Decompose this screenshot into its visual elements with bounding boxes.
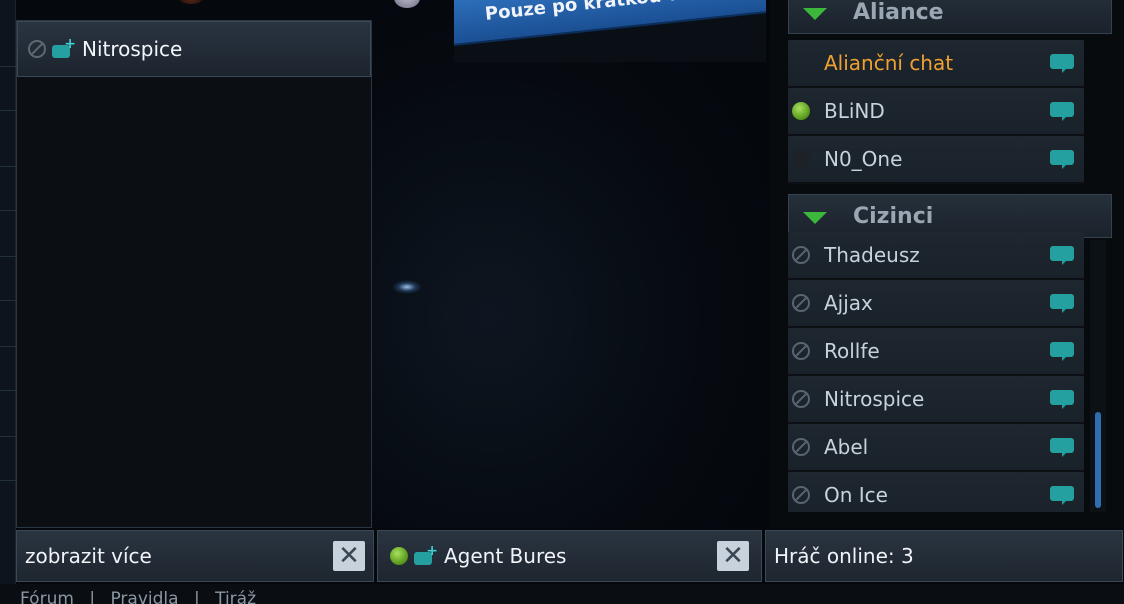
chat-bubble-icon[interactable] — [1050, 54, 1074, 73]
list-item[interactable]: Abel — [788, 424, 1084, 472]
block-icon[interactable] — [792, 294, 810, 312]
show-more-link[interactable]: zobrazit více — [25, 544, 333, 568]
block-icon[interactable] — [792, 246, 810, 264]
online-status-icon — [390, 547, 408, 565]
add-chat-icon[interactable]: + — [414, 544, 438, 566]
contact-name: Rollfe — [824, 339, 880, 363]
strangers-list: Thadeusz Ajjax Rollfe Nitrospice Abel On… — [788, 232, 1084, 512]
contact-name: Ajjax — [824, 291, 873, 315]
chat-window-title: Nitrospice — [82, 37, 183, 61]
online-count-text: Hráč online: 3 — [774, 544, 914, 568]
chat-bubble-icon[interactable] — [1050, 486, 1074, 505]
contact-name: Alianční chat — [824, 51, 954, 75]
chat-bubble-icon[interactable] — [1050, 102, 1074, 121]
contact-name: On Ice — [824, 483, 888, 507]
list-item[interactable]: Rollfe — [788, 328, 1084, 376]
contact-name: BLiND — [824, 99, 885, 123]
list-item[interactable]: BLiND — [788, 88, 1084, 136]
chat-bubble-icon[interactable] — [1050, 438, 1074, 457]
alliance-section-title: Aliance — [853, 0, 944, 25]
list-item[interactable]: Alianční chat — [788, 40, 1084, 88]
chat-bubble-icon[interactable] — [1050, 150, 1074, 169]
chat-window: + Nitrospice — [16, 20, 372, 528]
block-icon[interactable] — [792, 486, 810, 504]
block-icon[interactable] — [792, 342, 810, 360]
chat-bubble-icon[interactable] — [1050, 294, 1074, 313]
footer-separator: | — [89, 589, 96, 604]
close-icon[interactable]: ✕ — [333, 541, 365, 571]
show-more-bar: zobrazit více ✕ — [16, 530, 374, 582]
online-status-icon — [792, 102, 810, 120]
footer-link-rules[interactable]: Pravidla — [110, 589, 178, 604]
list-item[interactable]: Ajjax — [788, 280, 1084, 328]
chat-window-header[interactable]: + Nitrospice — [17, 21, 371, 77]
online-count-bar[interactable]: Hráč online: 3 — [765, 530, 1123, 582]
contacts-panel: Aliance Alianční chat BLiND N0_One Cizin… — [770, 0, 1124, 528]
chat-bubble-icon[interactable] — [1050, 390, 1074, 409]
chat-bubble-icon[interactable] — [1050, 342, 1074, 361]
alliance-list: Alianční chat BLiND N0_One — [788, 40, 1084, 184]
footer-separator: | — [193, 589, 200, 604]
close-icon[interactable]: ✕ — [717, 541, 749, 571]
strangers-section-title: Cizinci — [853, 203, 934, 229]
promo-banner[interactable]: Pouze po krátkou do — [454, 0, 766, 62]
scrollbar-thumb[interactable] — [1095, 412, 1101, 508]
footer-link-forum[interactable]: Fórum — [20, 589, 74, 604]
collapse-arrow-icon[interactable] — [803, 8, 827, 20]
star-graphic — [392, 280, 422, 294]
footer-nav: Fórum | Pravidla | Tiráž — [0, 584, 1124, 604]
planet-graphic — [178, 0, 204, 4]
block-icon[interactable] — [792, 438, 810, 456]
list-item[interactable]: Thadeusz — [788, 232, 1084, 280]
list-item[interactable]: N0_One — [788, 136, 1084, 184]
list-item[interactable]: On Ice — [788, 472, 1084, 512]
contact-name: N0_One — [824, 147, 903, 171]
offline-status-icon — [792, 150, 810, 168]
chat-bubble-icon[interactable] — [1050, 246, 1074, 265]
strangers-scrollbar[interactable] — [1090, 240, 1106, 512]
block-icon[interactable] — [792, 390, 810, 408]
private-chat-contact: Agent Bures — [444, 544, 567, 568]
collapse-arrow-icon[interactable] — [803, 212, 827, 224]
block-icon[interactable] — [28, 40, 46, 58]
contact-name: Nitrospice — [824, 387, 925, 411]
space-background — [370, 0, 770, 528]
private-chat-tab[interactable]: + Agent Bures ✕ — [377, 530, 762, 582]
list-item[interactable]: Nitrospice — [788, 376, 1084, 424]
add-chat-icon[interactable]: + — [52, 37, 76, 59]
alliance-section-header[interactable]: Aliance — [788, 0, 1112, 34]
contact-name: Abel — [824, 435, 869, 459]
left-edge-strip — [0, 0, 16, 604]
contact-name: Thadeusz — [824, 243, 920, 267]
footer-link-imprint[interactable]: Tiráž — [215, 589, 256, 604]
